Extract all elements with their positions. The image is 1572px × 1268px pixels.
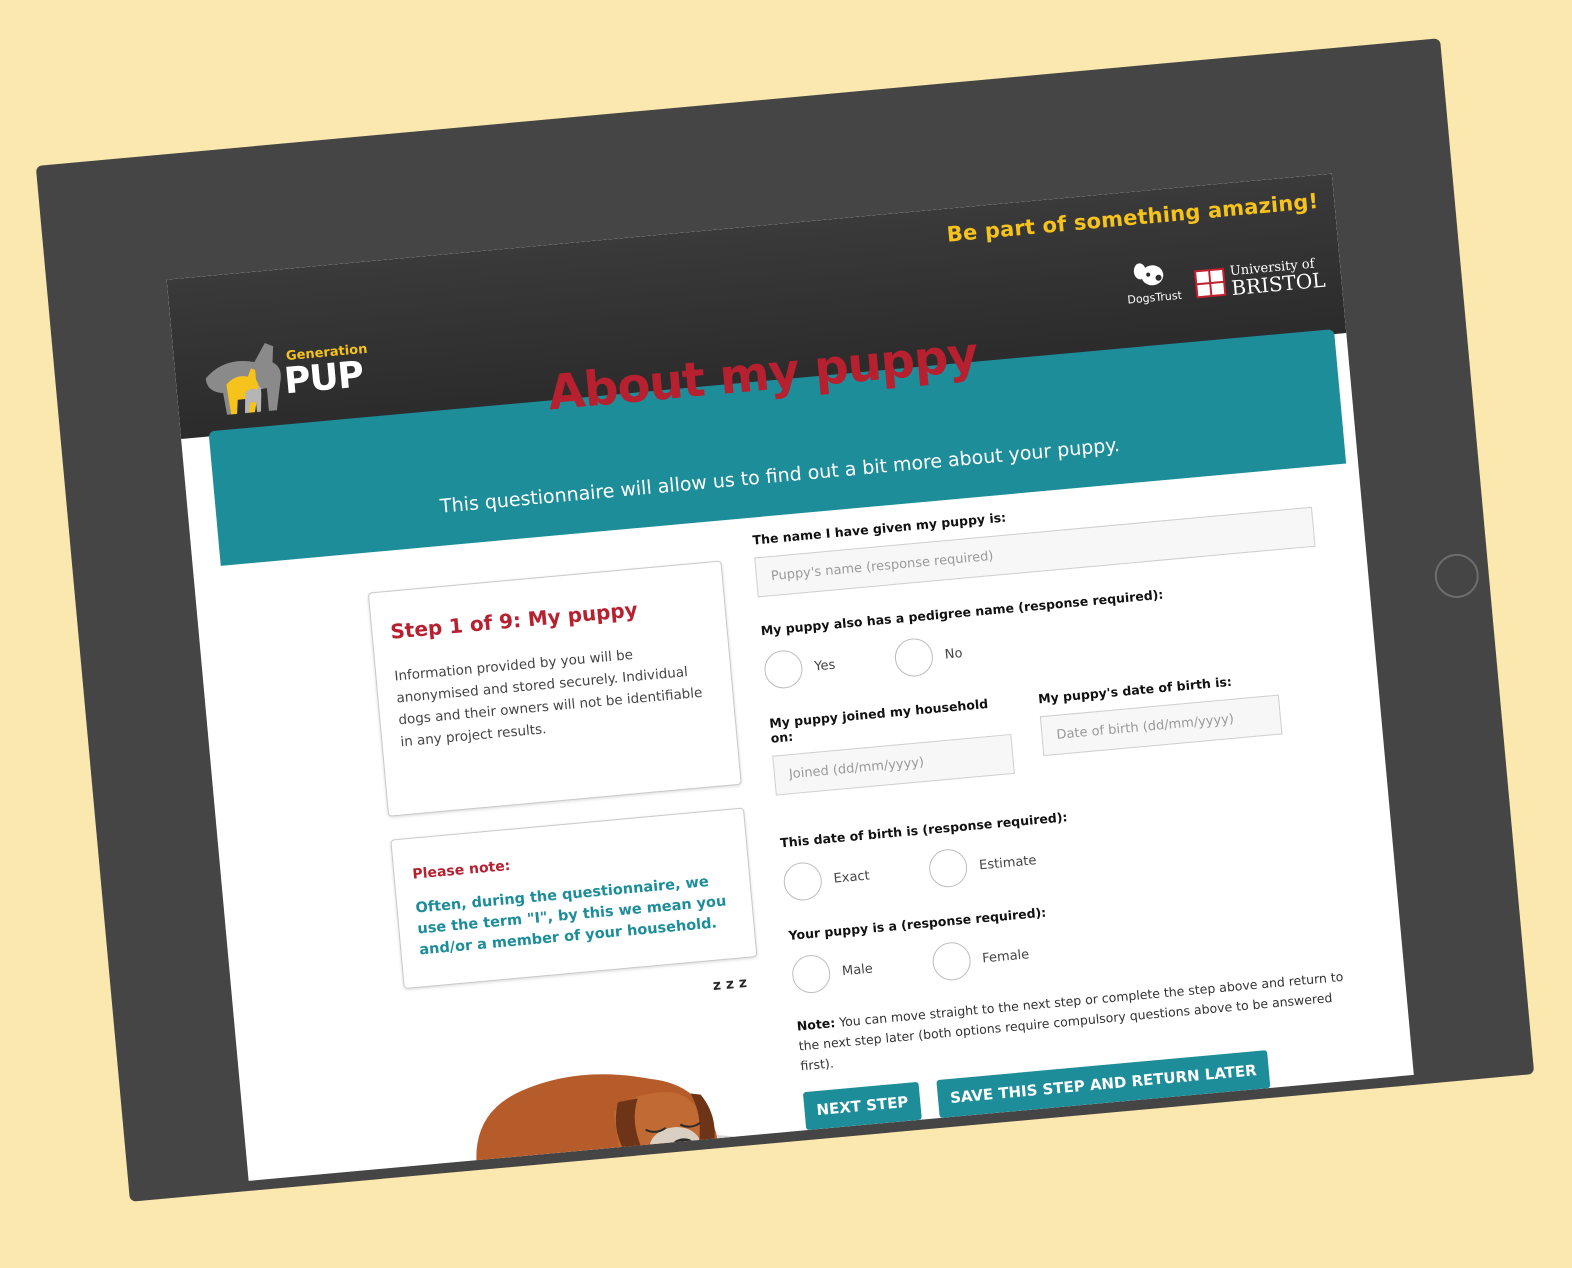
step-title: Step 1 of 9: My puppy <box>389 597 639 644</box>
radio-circle-icon[interactable] <box>782 860 824 903</box>
home-button-icon[interactable] <box>1432 552 1481 600</box>
radio-circle-icon[interactable] <box>927 847 969 889</box>
save-return-button[interactable]: SAVE THIS STEP AND RETURN LATER <box>936 1050 1271 1119</box>
dob-estimate-label: Estimate <box>978 852 1038 873</box>
radio-circle-icon[interactable] <box>930 940 973 982</box>
dogs-trust-label: DogsTrust <box>1126 288 1183 307</box>
bristol-crest-icon <box>1193 267 1227 298</box>
radio-circle-icon[interactable] <box>790 953 832 995</box>
pedigree-yes-label: Yes <box>813 657 836 675</box>
dog-head-icon <box>1134 263 1164 286</box>
bristol-line2: BRISTOL <box>1230 267 1327 301</box>
app-screen: Be part of something amazing! Generation… <box>166 173 1414 1181</box>
radio-circle-icon[interactable] <box>762 648 805 690</box>
step-card: Step 1 of 9: My puppy Information provid… <box>367 560 742 817</box>
dob-exact-radio[interactable]: Exact <box>782 856 871 903</box>
privacy-info: Information provided by you will be anon… <box>393 646 703 751</box>
note-card: Please note: Often, during the questionn… <box>390 807 758 990</box>
dob-input[interactable] <box>1039 694 1283 757</box>
sex-male-radio[interactable]: Male <box>790 950 875 995</box>
sex-female-radio[interactable]: Female <box>930 935 1031 982</box>
bristol-logo[interactable]: University of BRISTOL <box>1193 256 1326 301</box>
pedigree-no-label: No <box>944 645 964 663</box>
form-note-bold: Note: <box>796 1015 836 1034</box>
joined-date-input[interactable] <box>772 733 1015 796</box>
pedigree-no-radio[interactable]: No <box>893 634 964 679</box>
sex-male-label: Male <box>841 961 874 979</box>
pedigree-yes-radio[interactable]: Yes <box>762 646 837 690</box>
tagline: Be part of something amazing! <box>945 188 1320 247</box>
zzz-text: z z z <box>712 974 748 995</box>
sex-female-label: Female <box>981 946 1030 966</box>
note-text: Often, during the questionnaire, we use … <box>414 874 728 959</box>
tablet-device: Be part of something amazing! Generation… <box>35 38 1535 1202</box>
next-step-button[interactable]: NEXT STEP <box>802 1081 922 1131</box>
radio-circle-icon[interactable] <box>893 636 935 679</box>
puppy-form: The name I have given my puppy is: My pu… <box>752 482 1364 1131</box>
dogs-trust-logo-icon[interactable]: DogsTrust <box>1124 258 1182 307</box>
dob-exact-label: Exact <box>832 867 871 887</box>
sleeping-puppy-icon <box>424 977 803 1181</box>
dob-estimate-radio[interactable]: Estimate <box>927 841 1038 889</box>
